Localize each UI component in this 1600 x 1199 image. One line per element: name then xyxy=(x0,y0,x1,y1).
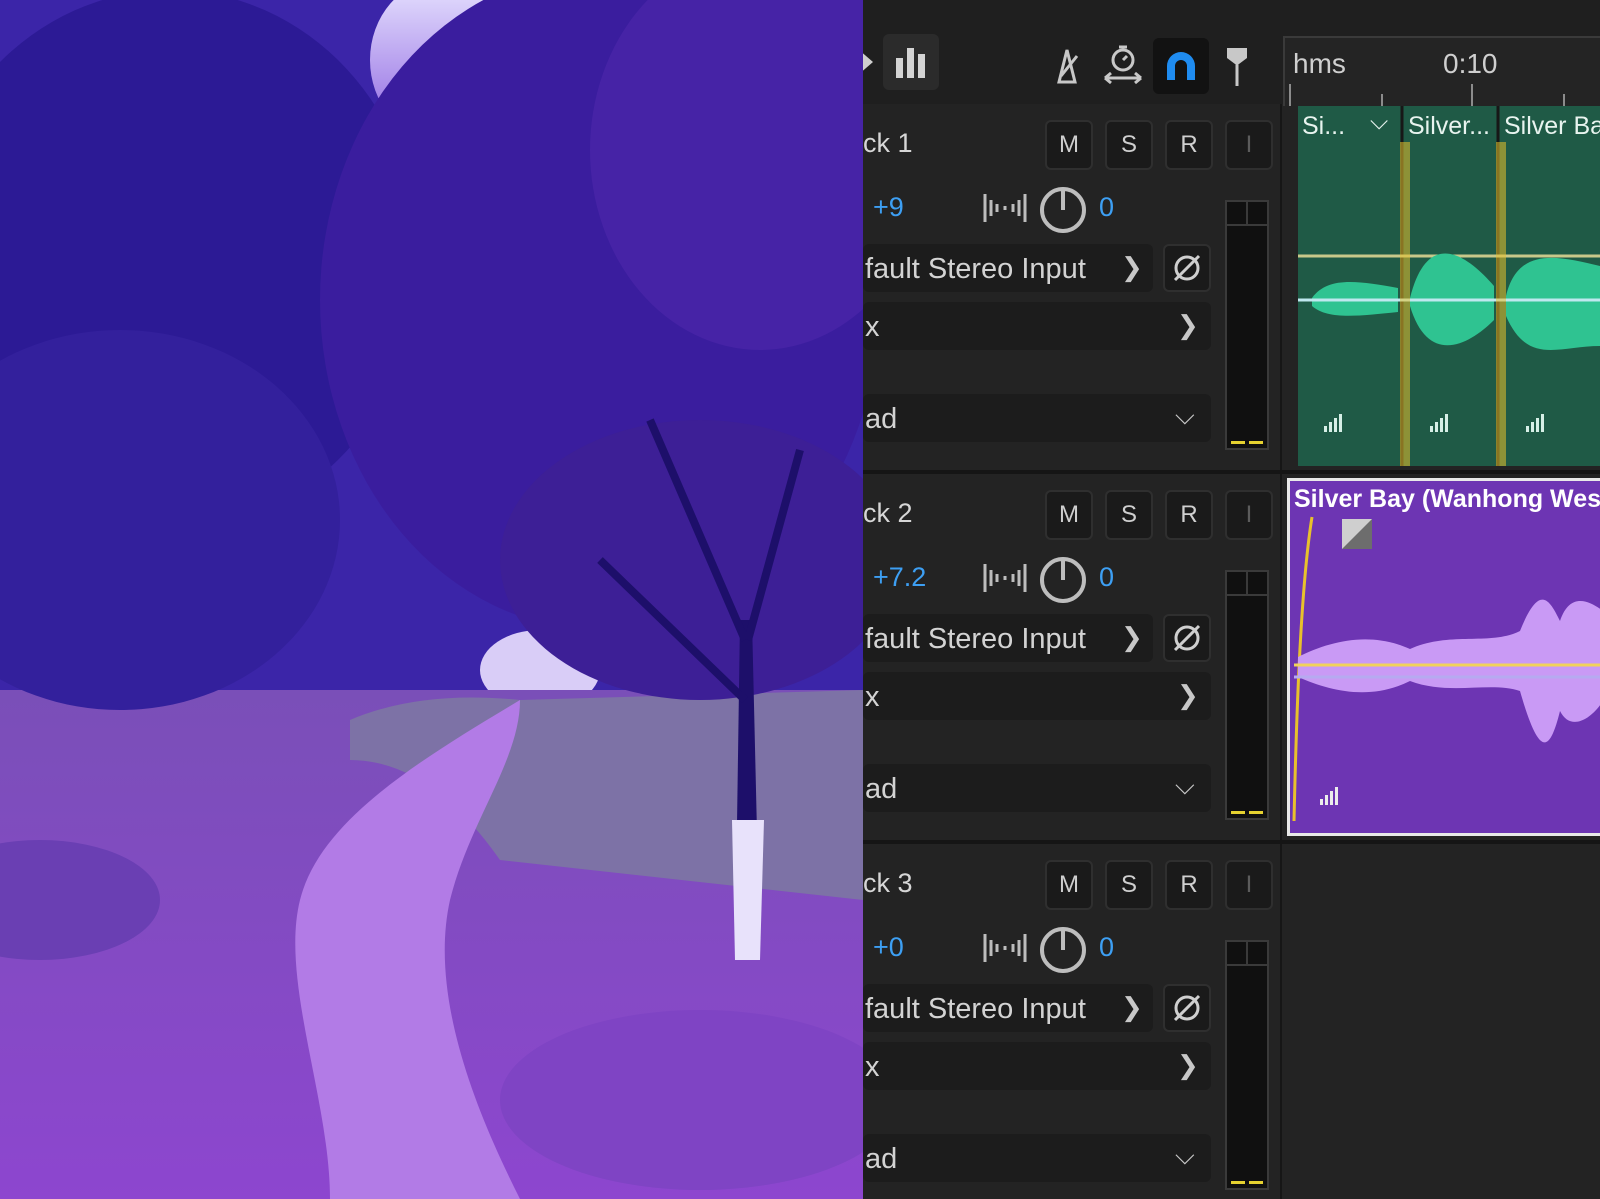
track-separator xyxy=(863,470,1600,474)
pan-value[interactable]: 0 xyxy=(1099,192,1114,223)
input-monitor-button[interactable]: I xyxy=(1225,120,1273,170)
track-2-clip[interactable]: Silver Bay (Wanhong West S xyxy=(1287,478,1600,836)
solo-button[interactable]: S xyxy=(1105,860,1153,910)
solo-button[interactable]: S xyxy=(1105,120,1153,170)
chevron-down-icon: ⌵ xyxy=(1175,400,1195,430)
effects-label: x xyxy=(865,681,880,713)
chevron-right-icon: ❯ xyxy=(1177,680,1199,710)
metronome-icon[interactable] xyxy=(1039,38,1095,94)
effects-label: x xyxy=(865,311,880,343)
phase-invert-icon[interactable] xyxy=(1163,614,1211,662)
ruler-unit-label: hms xyxy=(1293,48,1346,79)
output-selector[interactable]: ad ⌵ xyxy=(863,394,1211,442)
stereo-balance-icon xyxy=(983,934,1027,962)
pan-value[interactable]: 0 xyxy=(1099,562,1114,593)
record-arm-button[interactable]: R xyxy=(1165,860,1213,910)
track-header-2: ck 2 M S R I +7.2 0 fault Stereo Input ❯… xyxy=(863,476,1280,844)
chevron-right-icon: ❯ xyxy=(1121,252,1143,282)
track-header-1: ck 1 M S R I +9 0 fault Stereo Input ❯ x… xyxy=(863,106,1280,474)
mute-button[interactable]: M xyxy=(1045,860,1093,910)
volume-value[interactable]: +9 xyxy=(873,192,904,223)
output-selector[interactable]: ad ⌵ xyxy=(863,1134,1211,1182)
chevron-right-icon: ❯ xyxy=(1121,622,1143,652)
forest-path-image xyxy=(0,0,863,1199)
input-label: fault Stereo Input xyxy=(865,253,1086,285)
level-meter xyxy=(1225,570,1269,820)
track-header-3: ck 3 M S R I +0 0 fault Stereo Input ❯ x… xyxy=(863,846,1280,1199)
effects-selector[interactable]: x ❯ xyxy=(863,672,1211,720)
timer-icon[interactable] xyxy=(1095,38,1151,94)
input-monitor-button[interactable]: I xyxy=(1225,490,1273,540)
ruler-time-label: 0:10 xyxy=(1443,48,1498,79)
pan-knob-icon[interactable] xyxy=(1039,926,1087,974)
multitrack-editor: hms 0:10 ck 1 M S R I +9 0 fault Stereo … xyxy=(863,0,1600,1199)
pan-knob-icon[interactable] xyxy=(1039,556,1087,604)
chevron-right-icon: ❯ xyxy=(1177,1050,1199,1080)
photo-panel xyxy=(0,0,863,1199)
output-selector[interactable]: ad ⌵ xyxy=(863,764,1211,812)
chevron-down-icon: ⌵ xyxy=(1175,770,1195,800)
level-meter xyxy=(1225,940,1269,1190)
record-arm-button[interactable]: R xyxy=(1165,120,1213,170)
record-arm-button[interactable]: R xyxy=(1165,490,1213,540)
output-label: ad xyxy=(865,773,898,805)
chevron-right-icon: ❯ xyxy=(1121,992,1143,1022)
mute-button[interactable]: M xyxy=(1045,120,1093,170)
effects-selector[interactable]: x ❯ xyxy=(863,302,1211,350)
solo-button[interactable]: S xyxy=(1105,490,1153,540)
toolbar: hms 0:10 xyxy=(863,0,1600,106)
volume-value[interactable]: +7.2 xyxy=(873,562,926,593)
snap-magnet-icon[interactable] xyxy=(1153,38,1209,94)
phase-invert-icon[interactable] xyxy=(1163,244,1211,292)
stereo-balance-icon xyxy=(983,564,1027,592)
level-meter xyxy=(1225,200,1269,450)
waveform-purple xyxy=(1292,516,1600,822)
track-name[interactable]: ck 3 xyxy=(863,868,913,899)
levels-icon[interactable] xyxy=(883,34,939,90)
input-label: fault Stereo Input xyxy=(865,993,1086,1025)
volume-value[interactable]: +0 xyxy=(873,932,904,963)
track-3-lane[interactable] xyxy=(1282,846,1600,1199)
input-selector[interactable]: fault Stereo Input ❯ xyxy=(863,984,1153,1032)
output-label: ad xyxy=(865,403,898,435)
effects-selector[interactable]: x ❯ xyxy=(863,1042,1211,1090)
track-name[interactable]: ck 2 xyxy=(863,498,913,529)
input-monitor-button[interactable]: I xyxy=(1225,860,1273,910)
chevron-right-icon: ❯ xyxy=(1177,310,1199,340)
chevron-down-icon: ⌵ xyxy=(1175,1140,1195,1170)
effects-label: x xyxy=(865,1051,880,1083)
input-selector[interactable]: fault Stereo Input ❯ xyxy=(863,614,1153,662)
pan-knob-icon[interactable] xyxy=(1039,186,1087,234)
mute-button[interactable]: M xyxy=(1045,490,1093,540)
waveform-green xyxy=(1298,106,1600,466)
marker-pin-icon[interactable] xyxy=(1209,38,1265,94)
phase-invert-icon[interactable] xyxy=(1163,984,1211,1032)
time-ruler[interactable]: hms 0:10 xyxy=(1283,36,1600,106)
output-label: ad xyxy=(865,1143,898,1175)
input-selector[interactable]: fault Stereo Input ❯ xyxy=(863,244,1153,292)
pan-value[interactable]: 0 xyxy=(1099,932,1114,963)
track-separator xyxy=(863,840,1600,844)
stereo-balance-icon xyxy=(983,194,1027,222)
track-1-clips[interactable]: Si... ⌵ Silver... Silver Ba xyxy=(1298,106,1600,466)
input-label: fault Stereo Input xyxy=(865,623,1086,655)
track-name[interactable]: ck 1 xyxy=(863,128,913,159)
